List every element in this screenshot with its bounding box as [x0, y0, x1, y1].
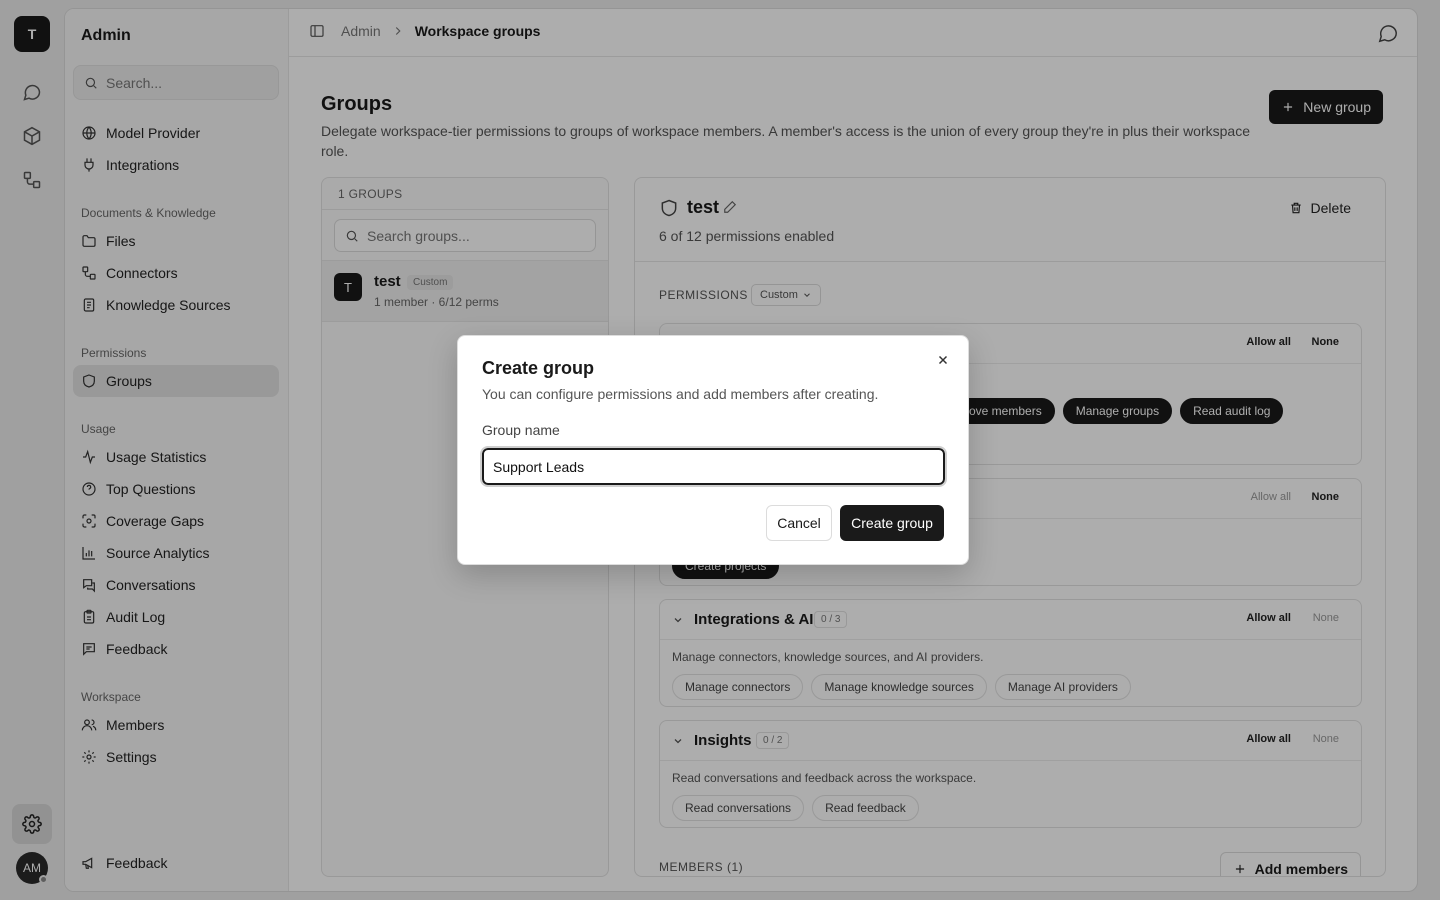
cancel-button[interactable]: Cancel: [766, 505, 832, 541]
dialog-title: Create group: [482, 358, 595, 378]
close-icon[interactable]: [936, 353, 950, 367]
create-group-dialog: Create group You can configure permissio…: [457, 335, 969, 565]
group-name-label: Group name: [482, 422, 560, 438]
dialog-subtitle: You can configure permissions and add me…: [482, 386, 879, 402]
create-group-button[interactable]: Create group: [840, 505, 944, 541]
group-name-input[interactable]: [480, 446, 947, 487]
